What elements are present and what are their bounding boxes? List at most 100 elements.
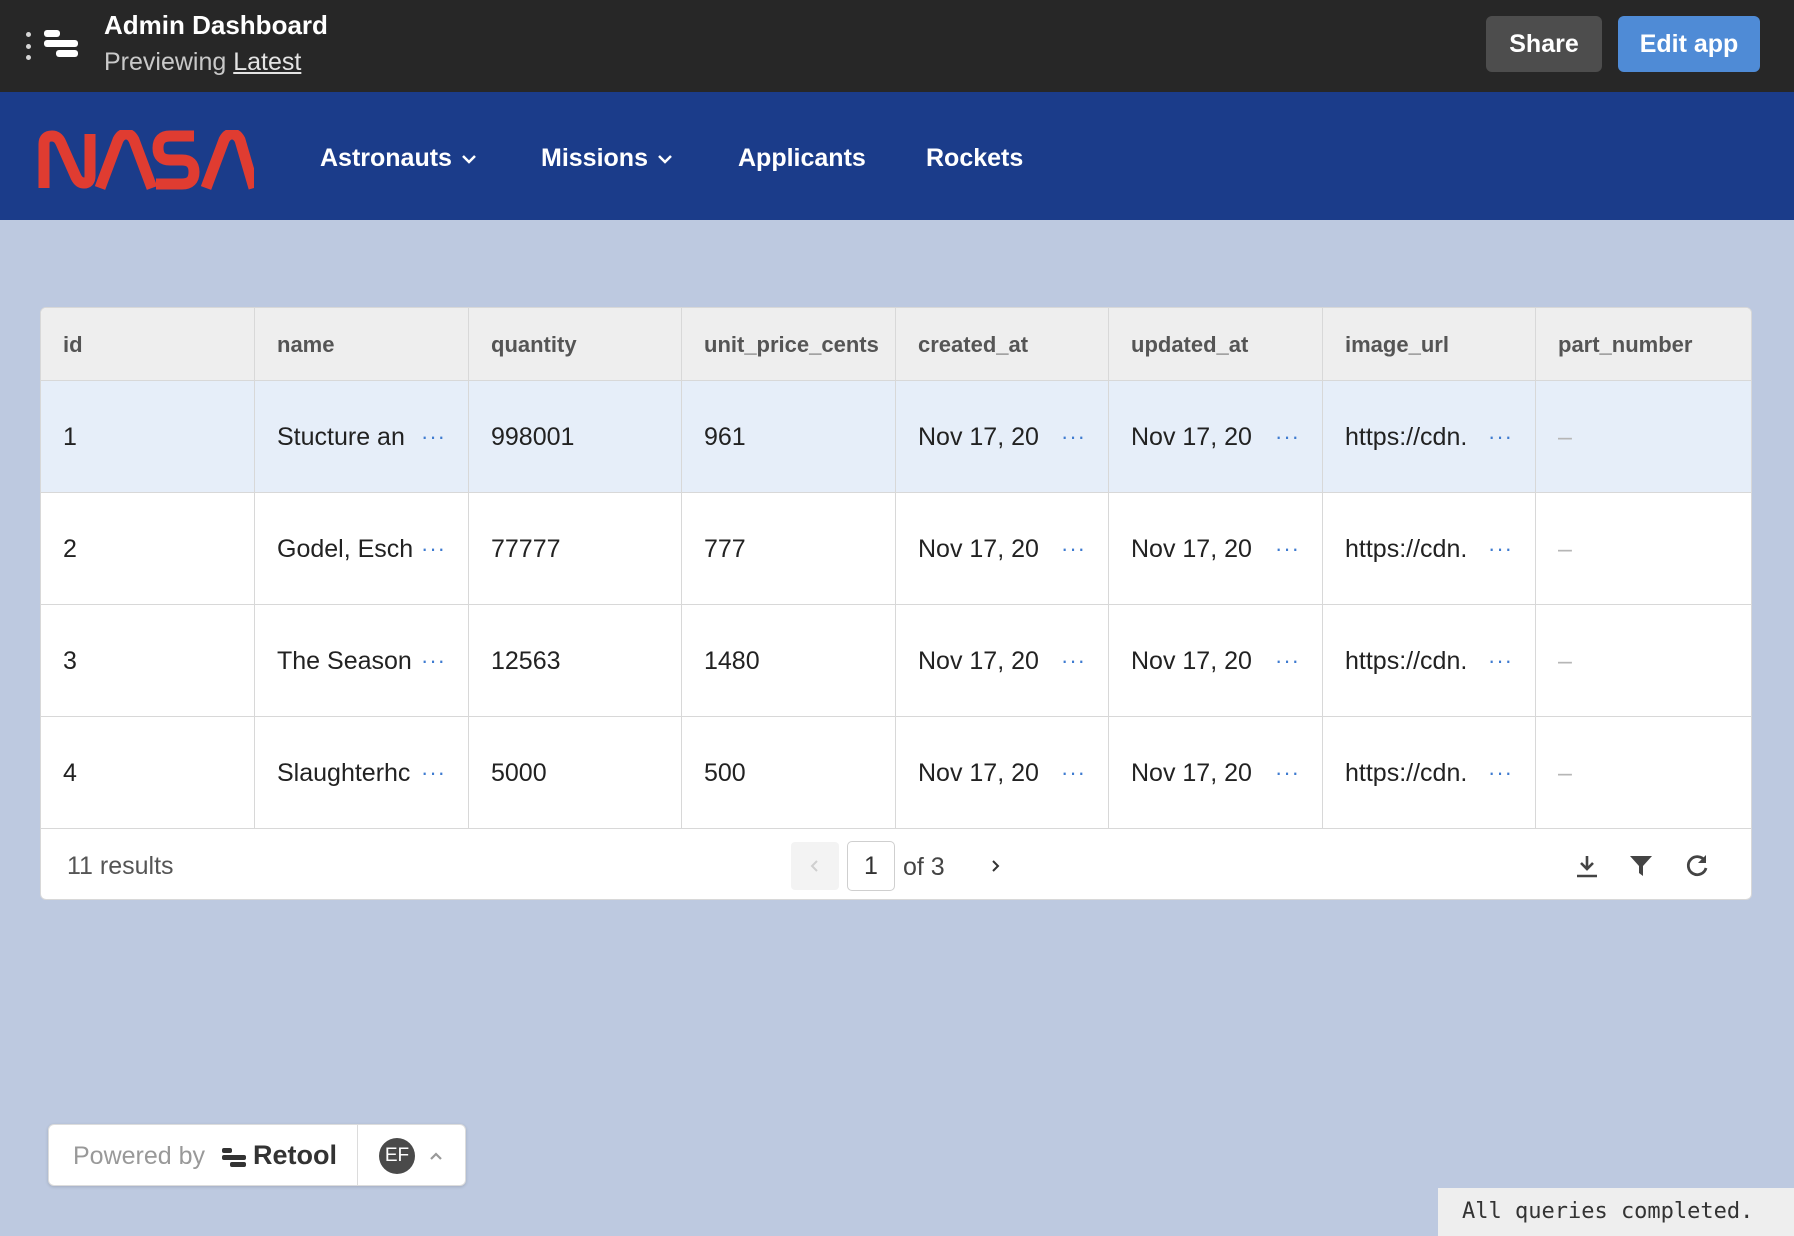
refresh-button[interactable] bbox=[1677, 846, 1717, 886]
more-vertical-icon[interactable] bbox=[20, 28, 36, 64]
empty-value: – bbox=[1558, 535, 1572, 563]
cell-quantity[interactable]: 5000 bbox=[469, 717, 682, 829]
nasa-logo[interactable] bbox=[38, 130, 254, 190]
cell-created-at[interactable]: Nov 17, 20 ··· bbox=[896, 381, 1109, 493]
cell-updated-at[interactable]: Nov 17, 20 ··· bbox=[1109, 493, 1323, 605]
cell-unit-price-cents[interactable]: 500 bbox=[682, 717, 896, 829]
cell-quantity[interactable]: 12563 bbox=[469, 605, 682, 717]
cell-id[interactable]: 2 bbox=[41, 493, 255, 605]
table-row[interactable]: 4 Slaughterhc ··· 5000 500 Nov 17, 20 ··· … bbox=[41, 717, 1751, 829]
expand-cell-icon[interactable]: ··· bbox=[421, 381, 446, 493]
expand-cell-icon[interactable]: ··· bbox=[1488, 493, 1513, 605]
cell-name-text: Godel, Esch bbox=[277, 535, 413, 563]
previous-page-button[interactable] bbox=[791, 842, 839, 890]
expand-cell-icon[interactable]: ··· bbox=[1275, 717, 1300, 829]
cell-created-at-text: Nov 17, 20 bbox=[918, 423, 1039, 451]
expand-cell-icon[interactable]: ··· bbox=[1488, 605, 1513, 717]
cell-name-text: Stucture an bbox=[277, 423, 405, 451]
expand-cell-icon[interactable]: ··· bbox=[1275, 493, 1300, 605]
chevron-right-icon bbox=[992, 860, 1000, 872]
cell-name[interactable]: The Season ··· bbox=[255, 605, 469, 717]
expand-cell-icon[interactable]: ··· bbox=[1488, 381, 1513, 493]
expand-cell-icon[interactable]: ··· bbox=[1275, 381, 1300, 493]
expand-cell-icon[interactable]: ··· bbox=[1061, 605, 1086, 717]
cell-name[interactable]: Stucture an ··· bbox=[255, 381, 469, 493]
data-table: id name quantity unit_price_cents create… bbox=[40, 307, 1752, 900]
cell-updated-at-text: Nov 17, 20 bbox=[1131, 535, 1252, 563]
filter-button[interactable] bbox=[1621, 846, 1661, 886]
cell-updated-at[interactable]: Nov 17, 20 ··· bbox=[1109, 605, 1323, 717]
cell-created-at-text: Nov 17, 20 bbox=[918, 647, 1039, 675]
cell-image-url-text: https://cdn. bbox=[1345, 759, 1468, 787]
expand-cell-icon[interactable]: ··· bbox=[1275, 605, 1300, 717]
nav-missions-label: Missions bbox=[541, 144, 648, 172]
chevron-up-icon[interactable] bbox=[427, 1147, 445, 1165]
expand-cell-icon[interactable]: ··· bbox=[421, 605, 446, 717]
cell-unit-price-cents[interactable]: 1480 bbox=[682, 605, 896, 717]
column-header-id[interactable]: id bbox=[41, 308, 255, 381]
preview-prefix: Previewing bbox=[104, 48, 234, 76]
version-link[interactable]: Latest bbox=[233, 48, 301, 76]
cell-name[interactable]: Godel, Esch ··· bbox=[255, 493, 469, 605]
cell-quantity[interactable]: 77777 bbox=[469, 493, 682, 605]
chevron-down-icon bbox=[462, 154, 476, 164]
nav-rockets[interactable]: Rockets bbox=[926, 144, 1023, 173]
expand-cell-icon[interactable]: ··· bbox=[1061, 717, 1086, 829]
share-button[interactable]: Share bbox=[1486, 16, 1602, 72]
cell-id[interactable]: 4 bbox=[41, 717, 255, 829]
cell-name-text: Slaughterhc bbox=[277, 759, 411, 787]
column-header-image-url[interactable]: image_url bbox=[1323, 308, 1536, 381]
nav-astronauts[interactable]: Astronauts bbox=[320, 144, 478, 173]
cell-image-url[interactable]: https://cdn. ··· bbox=[1323, 605, 1536, 717]
powered-by-label: Powered by bbox=[73, 1142, 206, 1170]
cell-updated-at[interactable]: Nov 17, 20 ··· bbox=[1109, 717, 1323, 829]
cell-created-at[interactable]: Nov 17, 20 ··· bbox=[896, 605, 1109, 717]
expand-cell-icon[interactable]: ··· bbox=[1061, 493, 1086, 605]
expand-cell-icon[interactable]: ··· bbox=[421, 493, 446, 605]
cell-updated-at[interactable]: Nov 17, 20 ··· bbox=[1109, 381, 1323, 493]
cell-part-number[interactable]: – bbox=[1536, 493, 1751, 605]
cell-part-number[interactable]: – bbox=[1536, 717, 1751, 829]
table-row[interactable]: 1 Stucture an ··· 998001 961 Nov 17, 20 ··… bbox=[41, 381, 1751, 493]
table-row[interactable]: 2 Godel, Esch ··· 77777 777 Nov 17, 20 ···… bbox=[41, 493, 1751, 605]
download-icon bbox=[1577, 856, 1597, 878]
nav-missions[interactable]: Missions bbox=[541, 144, 674, 173]
download-button[interactable] bbox=[1567, 846, 1607, 886]
empty-value: – bbox=[1558, 647, 1572, 675]
avatar[interactable]: EF bbox=[379, 1138, 415, 1174]
cell-updated-at-text: Nov 17, 20 bbox=[1131, 423, 1252, 451]
powered-by-retool[interactable]: Powered by Retool EF bbox=[48, 1124, 466, 1186]
cell-id[interactable]: 1 bbox=[41, 381, 255, 493]
cell-image-url[interactable]: https://cdn. ··· bbox=[1323, 381, 1536, 493]
expand-cell-icon[interactable]: ··· bbox=[1488, 717, 1513, 829]
table-row[interactable]: 3 The Season ··· 12563 1480 Nov 17, 20 ···… bbox=[41, 605, 1751, 717]
column-header-updated-at[interactable]: updated_at bbox=[1109, 308, 1323, 381]
cell-image-url[interactable]: https://cdn. ··· bbox=[1323, 717, 1536, 829]
column-header-part-number[interactable]: part_number bbox=[1536, 308, 1751, 381]
cell-part-number[interactable]: – bbox=[1536, 381, 1751, 493]
cell-quantity[interactable]: 998001 bbox=[469, 381, 682, 493]
nav-applicants[interactable]: Applicants bbox=[738, 144, 866, 173]
cell-name[interactable]: Slaughterhc ··· bbox=[255, 717, 469, 829]
column-header-name[interactable]: name bbox=[255, 308, 469, 381]
expand-cell-icon[interactable]: ··· bbox=[1061, 381, 1086, 493]
nav-bar: Astronauts Missions Applicants Rockets bbox=[0, 92, 1794, 220]
edit-app-button[interactable]: Edit app bbox=[1618, 16, 1760, 72]
retool-brand: Retool bbox=[253, 1140, 337, 1170]
column-header-quantity[interactable]: quantity bbox=[469, 308, 682, 381]
page-number-input[interactable]: 1 bbox=[847, 841, 895, 891]
empty-value: – bbox=[1558, 759, 1572, 787]
cell-unit-price-cents[interactable]: 961 bbox=[682, 381, 896, 493]
cell-id[interactable]: 3 bbox=[41, 605, 255, 717]
column-header-created-at[interactable]: created_at bbox=[896, 308, 1109, 381]
cell-unit-price-cents[interactable]: 777 bbox=[682, 493, 896, 605]
cell-created-at[interactable]: Nov 17, 20 ··· bbox=[896, 493, 1109, 605]
divider bbox=[357, 1125, 358, 1185]
cell-part-number[interactable]: – bbox=[1536, 605, 1751, 717]
expand-cell-icon[interactable]: ··· bbox=[421, 717, 446, 829]
cell-image-url[interactable]: https://cdn. ··· bbox=[1323, 493, 1536, 605]
table-header: id name quantity unit_price_cents create… bbox=[41, 308, 1751, 381]
column-header-unit-price-cents[interactable]: unit_price_cents bbox=[682, 308, 896, 381]
next-page-button[interactable] bbox=[971, 842, 1019, 890]
cell-created-at[interactable]: Nov 17, 20 ··· bbox=[896, 717, 1109, 829]
